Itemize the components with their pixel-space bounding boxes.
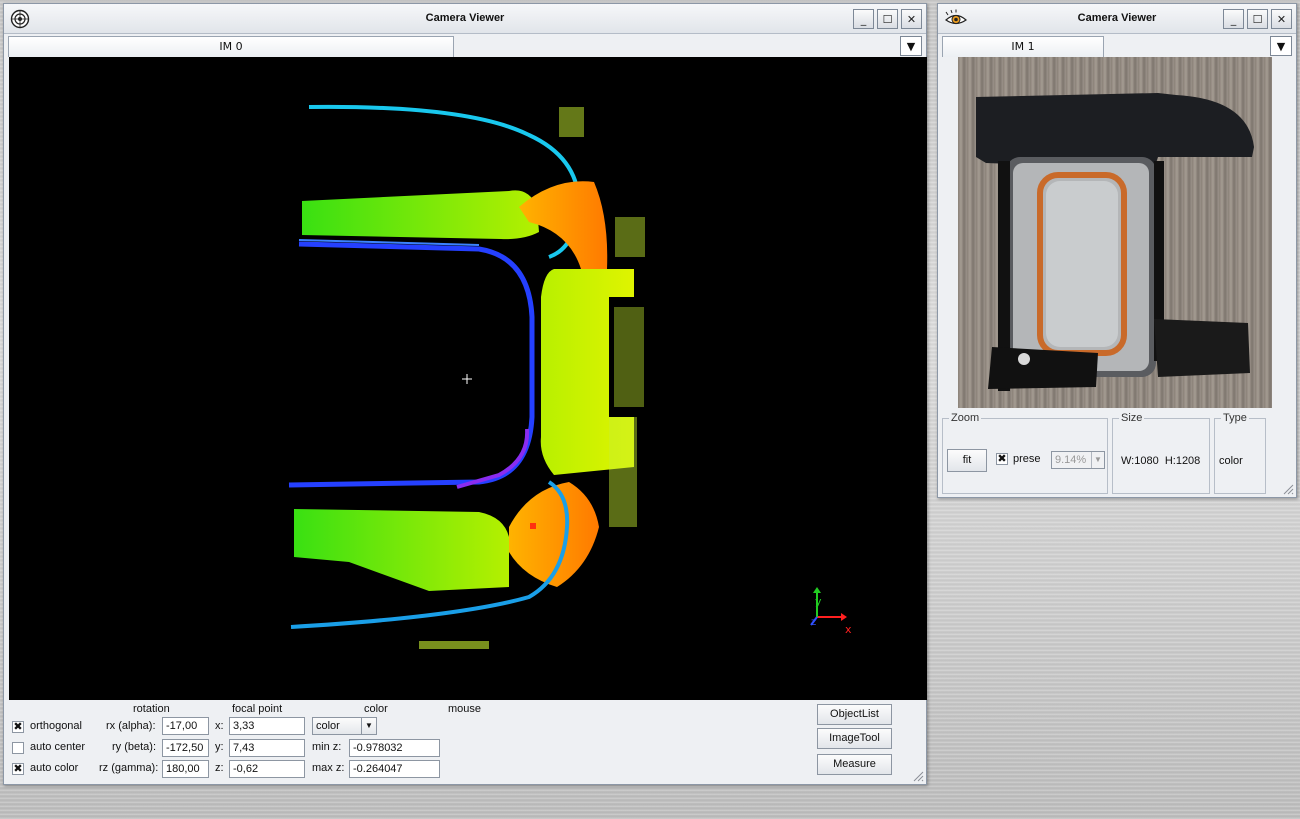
rx-input[interactable]: -17,00 xyxy=(162,717,209,735)
auto-color-label: auto color xyxy=(30,762,79,774)
ry-label: ry (beta): xyxy=(112,741,157,753)
dropdown-arrow-icon[interactable]: ▼ xyxy=(361,718,376,734)
rz-input[interactable]: 180,00 xyxy=(162,760,209,778)
tab-im1[interactable]: IM 1 xyxy=(942,36,1104,57)
header-rotation: rotation xyxy=(133,703,170,715)
focal-x-input[interactable]: 3,33 xyxy=(229,717,305,735)
titlebar[interactable]: Camera Viewer _ ☐ ✕ xyxy=(4,4,926,34)
maximize-icon[interactable]: ☐ xyxy=(877,9,898,29)
dropdown-arrow-icon[interactable]: ▼ xyxy=(900,36,922,56)
type-group-title: Type xyxy=(1221,412,1249,424)
camera-viewer-window-side: Camera Viewer _ ☐ ✕ IM 1 ▼ Zoom fit ✖ pr… xyxy=(937,3,1297,498)
dropdown-arrow-icon[interactable]: ▼ xyxy=(1091,452,1104,468)
image-viewport[interactable] xyxy=(958,57,1272,408)
preset-checkbox[interactable]: ✖ xyxy=(996,453,1008,465)
zoom-group-title: Zoom xyxy=(949,412,982,424)
close-icon[interactable]: ✕ xyxy=(1271,9,1292,29)
orthogonal-label: orthogonal xyxy=(30,720,82,732)
max-z-label: max z: xyxy=(312,762,345,774)
color-mode-value: color xyxy=(316,720,340,732)
ry-input[interactable]: -172,50 xyxy=(162,739,209,757)
type-group: Type color xyxy=(1214,412,1266,494)
measure-button[interactable]: Measure xyxy=(817,754,892,775)
minimize-icon[interactable]: _ xyxy=(853,9,874,29)
auto-center-label: auto center xyxy=(30,741,86,753)
resize-grip-icon[interactable] xyxy=(912,770,924,782)
image-type-value: color xyxy=(1219,455,1243,467)
color-mode-select[interactable]: color ▼ xyxy=(312,717,377,735)
maximize-icon[interactable]: ☐ xyxy=(1247,9,1268,29)
window-title: Camera Viewer xyxy=(425,12,505,24)
axis-label-y: y xyxy=(815,595,822,608)
minimize-icon[interactable]: _ xyxy=(1223,9,1244,29)
tab-im0[interactable]: IM 0 xyxy=(8,36,454,57)
axis-label-z: z xyxy=(811,617,816,628)
dropdown-arrow-icon[interactable]: ▼ xyxy=(1270,36,1292,56)
min-z-label: min z: xyxy=(312,741,342,753)
preset-label: prese xyxy=(1013,453,1041,465)
tab-bar: IM 1 ▼ xyxy=(942,36,1292,57)
point-cloud-viewport[interactable]: y x z xyxy=(9,57,927,700)
header-focal-point: focal point xyxy=(232,703,283,715)
axis-label-x: x xyxy=(845,623,852,636)
header-color: color xyxy=(364,703,388,715)
focal-z-input[interactable]: -0,62 xyxy=(229,760,305,778)
zoom-group: Zoom fit ✖ prese 9.14% ▼ xyxy=(942,412,1108,494)
image-tool-button[interactable]: ImageTool xyxy=(817,728,892,749)
orthogonal-checkbox[interactable]: ✖ xyxy=(12,721,24,733)
axis-gizmo: y x z xyxy=(810,587,852,636)
titlebar[interactable]: Camera Viewer _ ☐ ✕ xyxy=(938,4,1296,34)
rx-label: rx (alpha): xyxy=(106,720,156,732)
point-cloud-render: y x z xyxy=(288,104,852,649)
camera-viewer-window-main: Camera Viewer _ ☐ ✕ IM 0 ▼ y x z rotatio… xyxy=(3,3,927,785)
resize-grip-icon[interactable] xyxy=(1282,483,1294,495)
auto-color-checkbox[interactable]: ✖ xyxy=(12,763,24,775)
device-photo xyxy=(976,93,1254,391)
focal-y-input[interactable]: 7,43 xyxy=(229,739,305,757)
zoom-level-select[interactable]: 9.14% ▼ xyxy=(1051,451,1105,469)
fx-label: x: xyxy=(215,720,224,732)
crosshair-icon xyxy=(462,374,472,384)
min-z-input[interactable]: -0.978032 xyxy=(349,739,440,757)
size-group-title: Size xyxy=(1119,412,1145,424)
fz-label: z: xyxy=(215,762,224,774)
zoom-level-value: 9.14% xyxy=(1055,454,1087,466)
size-group: Size W:1080 H:1208 xyxy=(1112,412,1210,494)
object-list-button[interactable]: ObjectList xyxy=(817,704,892,725)
fy-label: y: xyxy=(215,741,224,753)
image-size-value: W:1080 H:1208 xyxy=(1121,455,1201,467)
close-icon[interactable]: ✕ xyxy=(901,9,922,29)
header-mouse: mouse xyxy=(448,703,482,715)
max-z-input[interactable]: -0.264047 xyxy=(349,760,440,778)
tab-bar: IM 0 ▼ xyxy=(8,36,922,57)
auto-center-checkbox[interactable] xyxy=(12,742,24,754)
rz-label: rz (gamma): xyxy=(99,762,159,774)
fit-button[interactable]: fit xyxy=(947,449,987,472)
